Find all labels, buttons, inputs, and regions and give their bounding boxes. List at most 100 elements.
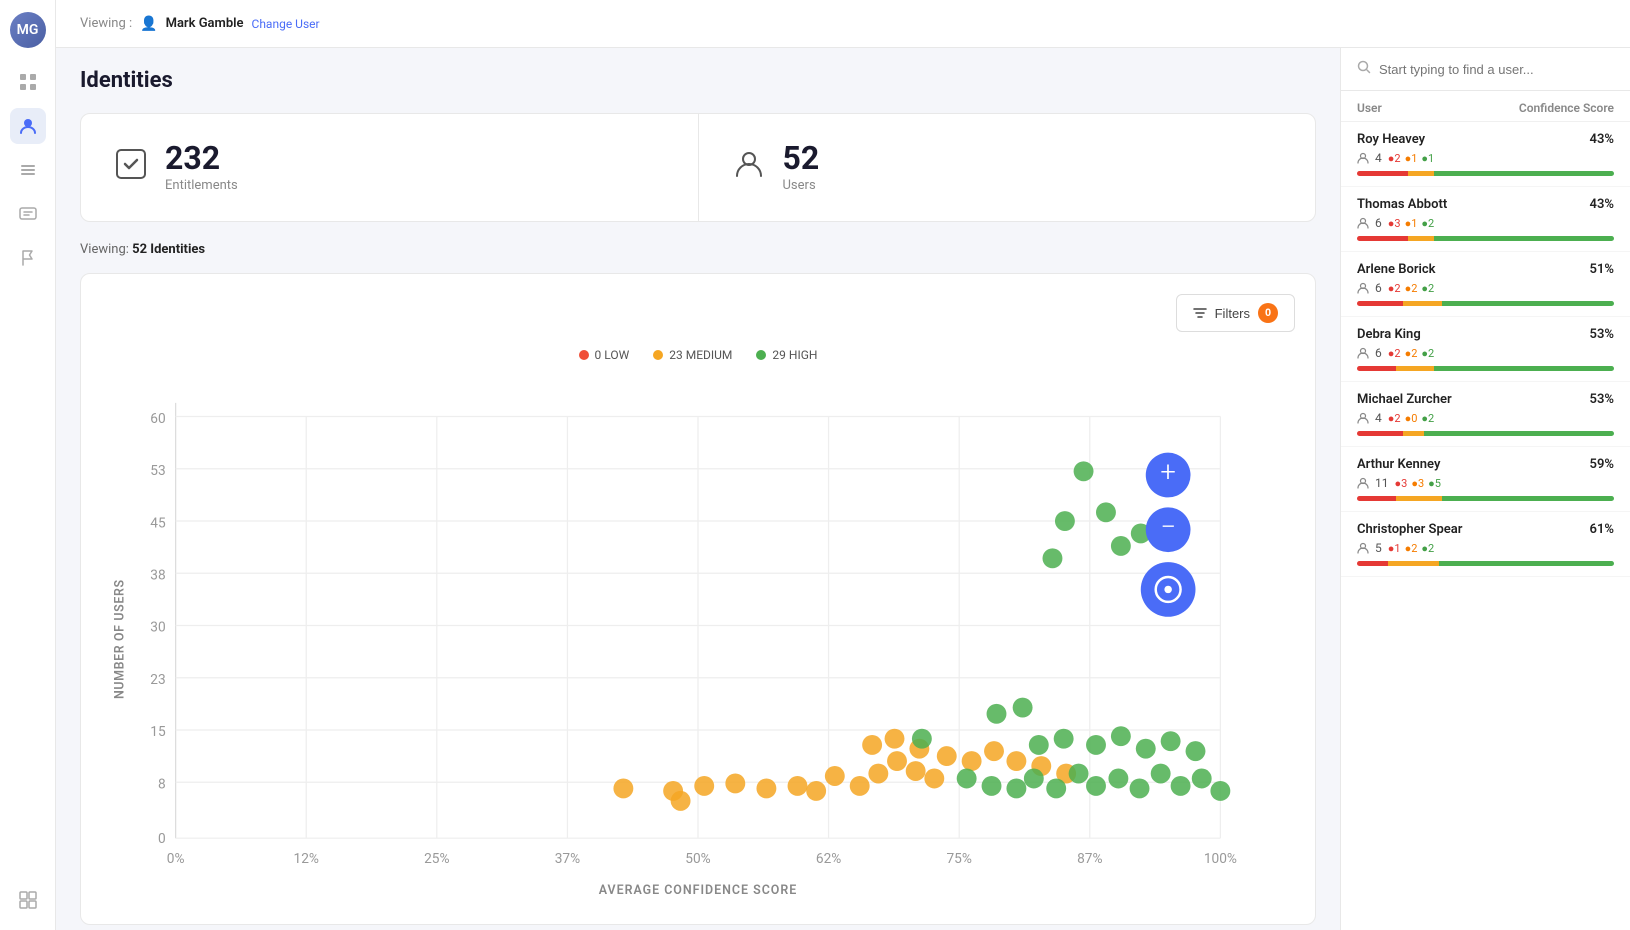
tag-red: ●3 xyxy=(1388,217,1401,230)
tag-red: ●1 xyxy=(1388,542,1401,555)
user-item-debra-king[interactable]: Debra King 53% 6 ●2 ●2 ●2 xyxy=(1341,317,1630,382)
user-item-arthur-kenney[interactable]: Arthur Kenney 59% 11 ●3 ●3 ●5 xyxy=(1341,447,1630,512)
user-entitlement-count: 6 xyxy=(1375,281,1382,295)
filters-label: Filters xyxy=(1215,306,1250,321)
user-score: 59% xyxy=(1590,457,1614,472)
users-card: 52 Users xyxy=(699,114,1316,221)
filters-badge: 0 xyxy=(1258,303,1278,323)
svg-text:AVERAGE CONFIDENCE SCORE: AVERAGE CONFIDENCE SCORE xyxy=(599,883,798,898)
user-item-christopher-spear[interactable]: Christopher Spear 61% 5 ●1 ●2 ●2 xyxy=(1341,512,1630,577)
user-entitlement-count: 6 xyxy=(1375,346,1382,360)
sidebar-item-messages[interactable] xyxy=(10,196,46,232)
chart-container: Filters 0 0 LOW 23 MEDIUM xyxy=(80,273,1316,925)
user-name: Christopher Spear xyxy=(1357,522,1462,537)
legend-low: 0 LOW xyxy=(579,348,630,362)
bar-red-segment xyxy=(1357,561,1388,566)
bar-green-segment xyxy=(1434,236,1614,241)
user-list-header: User Confidence Score xyxy=(1341,91,1630,122)
bar-red-segment xyxy=(1357,301,1403,306)
bar-red-segment xyxy=(1357,496,1396,501)
viewing-count-label: Viewing: 52 Identities xyxy=(80,242,1316,257)
chart-legend: 0 LOW 23 MEDIUM 29 HIGH xyxy=(101,348,1295,362)
sidebar-item-flags[interactable] xyxy=(10,240,46,276)
tag-orange: ●0 xyxy=(1405,412,1418,425)
svg-text:23: 23 xyxy=(150,672,165,688)
user-entitlement-count: 5 xyxy=(1375,541,1382,555)
change-user-link[interactable]: Change User xyxy=(252,17,320,31)
tag-orange: ●2 xyxy=(1405,282,1418,295)
viewing-label: Viewing : xyxy=(80,16,132,31)
page-area: Identities 232 Entitlements xyxy=(56,48,1630,930)
score-bar xyxy=(1357,171,1614,176)
entitlements-icon xyxy=(113,146,149,189)
svg-text:75%: 75% xyxy=(946,851,971,867)
user-name: Arthur Kenney xyxy=(1357,457,1440,472)
bar-orange-segment xyxy=(1403,301,1442,306)
users-label: Users xyxy=(783,178,820,193)
right-panel: User Confidence Score Roy Heavey 43% 4 ●… xyxy=(1340,48,1630,930)
sidebar-item-dashboard[interactable] xyxy=(10,64,46,100)
bar-green-segment xyxy=(1442,301,1614,306)
bar-orange-segment xyxy=(1396,366,1435,371)
user-score: 53% xyxy=(1590,392,1614,407)
avatar[interactable]: MG xyxy=(10,12,46,48)
sidebar-item-list[interactable] xyxy=(10,152,46,188)
svg-text:0%: 0% xyxy=(167,851,185,867)
user-person-icon xyxy=(1357,152,1369,164)
user-name: Michael Zurcher xyxy=(1357,392,1452,407)
bar-orange-segment xyxy=(1388,561,1439,566)
tag-red: ●3 xyxy=(1395,477,1408,490)
user-item-roy-heavey[interactable]: Roy Heavey 43% 4 ●2 ●1 ●1 xyxy=(1341,122,1630,187)
tag-green: ●2 xyxy=(1421,412,1434,425)
stats-row: 232 Entitlements 52 Users xyxy=(80,113,1316,222)
entitlements-card: 232 Entitlements xyxy=(81,114,699,221)
score-bar xyxy=(1357,431,1614,436)
user-entitlement-count: 11 xyxy=(1375,476,1389,490)
svg-text:45: 45 xyxy=(150,515,166,531)
tag-orange: ●2 xyxy=(1405,347,1418,360)
bar-red-segment xyxy=(1357,431,1403,436)
user-name: Roy Heavey xyxy=(1357,132,1425,147)
user-tags: ●3 ●1 ●2 xyxy=(1388,217,1434,230)
user-tags: ●1 ●2 ●2 xyxy=(1388,542,1434,555)
sidebar-item-identities[interactable] xyxy=(10,108,46,144)
svg-text:0: 0 xyxy=(158,831,166,847)
user-person-icon xyxy=(1357,347,1369,359)
header: Viewing : 👤 Mark Gamble Change User xyxy=(56,0,1630,48)
chart-header: Filters 0 xyxy=(101,294,1295,332)
legend-label-medium: 23 MEDIUM xyxy=(669,348,732,362)
user-search-input[interactable] xyxy=(1379,62,1614,77)
score-bar xyxy=(1357,366,1614,371)
user-item-thomas-abbott[interactable]: Thomas Abbott 43% 6 ●3 ●1 ●2 xyxy=(1341,187,1630,252)
user-score: 43% xyxy=(1590,132,1614,147)
page-title: Identities xyxy=(80,68,1316,93)
user-tags: ●2 ●0 ●2 xyxy=(1388,412,1434,425)
entitlements-label: Entitlements xyxy=(165,178,238,193)
tag-green: ●2 xyxy=(1421,542,1434,555)
user-item-arlene-borick[interactable]: Arlene Borick 51% 6 ●2 ●2 ●2 xyxy=(1341,252,1630,317)
legend-dot-low xyxy=(579,350,589,360)
tag-green: ●5 xyxy=(1428,477,1441,490)
user-person-icon xyxy=(1357,217,1369,229)
tag-orange: ●1 xyxy=(1405,217,1418,230)
legend-medium: 23 MEDIUM xyxy=(653,348,732,362)
sidebar-item-grid-bottom[interactable] xyxy=(10,882,46,918)
scatter-plot: NUMBER OF USERS 0 8 15 23 30 xyxy=(101,378,1295,900)
user-name: Arlene Borick xyxy=(1357,262,1436,277)
user-name: Debra King xyxy=(1357,327,1421,342)
col-user: User xyxy=(1357,101,1382,115)
bar-orange-segment xyxy=(1408,171,1434,176)
svg-text:8: 8 xyxy=(158,776,166,792)
svg-text:38: 38 xyxy=(150,567,165,583)
svg-text:+: + xyxy=(1160,456,1175,488)
user-item-michael-zurcher[interactable]: Michael Zurcher 53% 4 ●2 ●0 ●2 xyxy=(1341,382,1630,447)
tag-red: ●2 xyxy=(1388,347,1401,360)
bar-orange-segment xyxy=(1396,496,1442,501)
svg-text:15: 15 xyxy=(150,724,166,740)
svg-text:60: 60 xyxy=(150,411,165,427)
tag-orange: ●1 xyxy=(1405,152,1418,165)
user-tags: ●3 ●3 ●5 xyxy=(1395,477,1441,490)
filters-button[interactable]: Filters 0 xyxy=(1176,294,1295,332)
user-tags: ●2 ●2 ●2 xyxy=(1388,347,1434,360)
user-person-icon xyxy=(1357,542,1369,554)
